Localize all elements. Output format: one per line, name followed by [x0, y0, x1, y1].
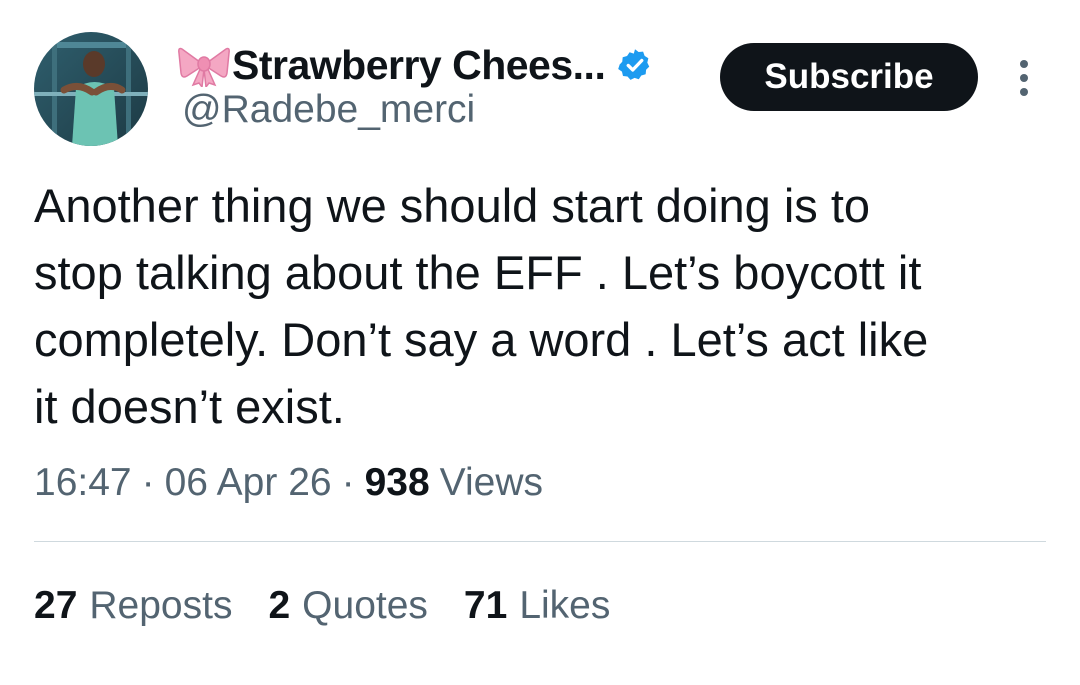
more-vertical-icon[interactable] — [1010, 58, 1038, 98]
likes-stat[interactable]: 71 Likes — [464, 584, 610, 628]
engagement-stats: 27 Reposts 2 Quotes 71 Likes — [34, 580, 646, 632]
ribbon-bow-icon — [178, 47, 230, 87]
quotes-count: 2 — [268, 584, 291, 627]
tweet-text: Another thing we should start doing is t… — [34, 179, 929, 433]
verified-badge-icon[interactable] — [617, 47, 653, 83]
views-count: 938 — [364, 461, 430, 504]
tweet-date[interactable]: 06 Apr 26 — [165, 461, 332, 505]
quotes-label: Quotes — [302, 584, 428, 627]
author-handle[interactable]: @Radebe_merci — [182, 88, 475, 132]
meta-separator: · — [341, 461, 355, 504]
subscribe-button[interactable]: Subscribe — [720, 43, 978, 111]
author-display-name[interactable]: Strawberry Chees... — [232, 42, 606, 89]
reposts-label: Reposts — [89, 584, 233, 627]
reposts-stat[interactable]: 27 Reposts — [34, 584, 232, 628]
meta-separator: · — [141, 461, 155, 504]
likes-count: 71 — [463, 584, 508, 627]
likes-label: Likes — [519, 584, 611, 627]
reposts-count: 27 — [34, 584, 78, 627]
avatar[interactable] — [34, 32, 148, 146]
tweet-time[interactable]: 16:47 — [34, 461, 132, 505]
author-name-row[interactable]: Strawberry Chees... — [178, 38, 653, 92]
avatar-image — [34, 32, 148, 146]
quotes-stat[interactable]: 2 Quotes — [268, 584, 427, 628]
views-label: Views — [439, 461, 543, 504]
divider — [34, 541, 1046, 542]
tweet-meta: 16:47 · 06 Apr 26 · 938 Views — [34, 457, 543, 509]
